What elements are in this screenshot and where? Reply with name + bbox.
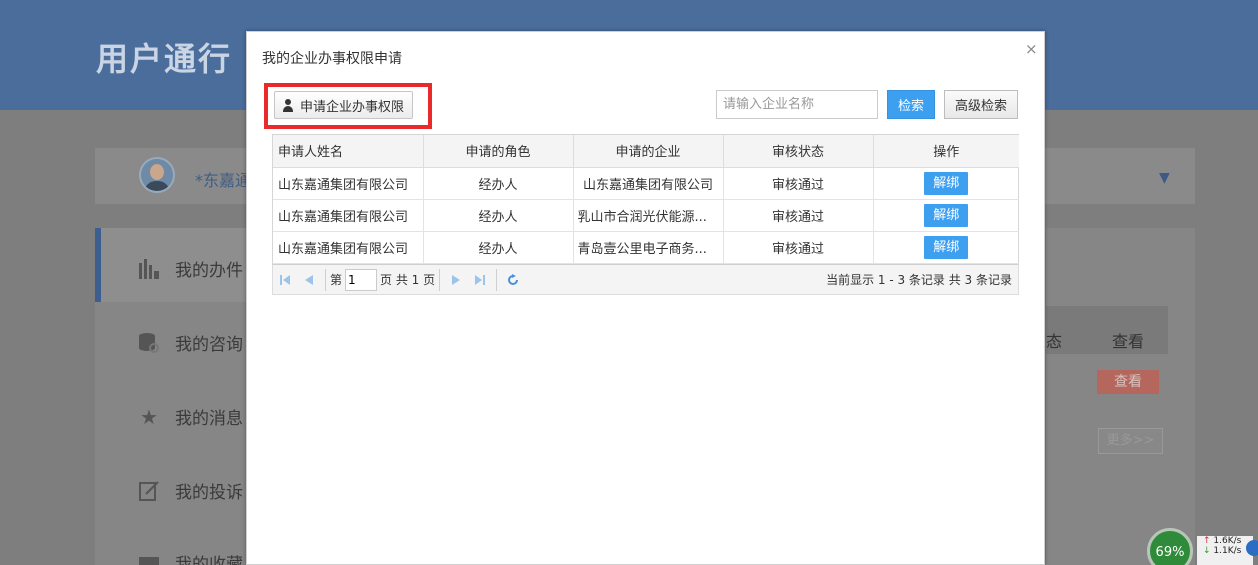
cell-enterprise: 青岛壹公里电子商务... [573,231,724,264]
column-role[interactable]: 申请的角色 [423,135,574,168]
unbind-button[interactable]: 解绑 [924,235,969,259]
sidebar-item-favorites[interactable]: 我的收藏 [137,550,243,565]
enterprise-search-input[interactable] [716,90,878,119]
download-arrow-icon: ↓ [1203,546,1211,556]
cell-role: 经办人 [423,167,574,200]
content-header-status: 态 [1046,332,1063,351]
refresh-icon[interactable] [501,268,525,292]
cell-applicant: 山东嘉通集团有限公司 [273,199,424,232]
column-applicant[interactable]: 申请人姓名 [273,135,424,168]
sidebar-item-label: 我的投诉 [175,483,243,503]
bar-chart-icon [137,257,161,281]
cell-action: 解绑 [873,199,1019,232]
table-header-row: 申请人姓名 申请的角色 申请的企业 审核状态 操作 [273,135,1019,168]
column-enterprise[interactable]: 申请的企业 [573,135,724,168]
sidebar-item-label: 我的办件 [175,261,243,281]
star-icon: ★ [140,404,158,429]
username: *东嘉通 [195,171,252,190]
pager-divider [325,268,326,291]
download-rate: 1.1K/s [1213,546,1242,556]
folder-icon [137,551,161,565]
network-rates: ↑ 1.6K/s ↓ 1.1K/s [1197,536,1253,565]
applications-table: 申请人姓名 申请的角色 申请的企业 审核状态 操作 山东嘉通集团有限公司 经办人… [272,134,1019,265]
cell-role: 经办人 [423,231,574,264]
last-page-icon[interactable] [468,268,492,292]
search-button[interactable]: 检索 [887,90,935,119]
page-header-title: 用户通行 [96,40,233,78]
table-row[interactable]: 山东嘉通集团有限公司 经办人 青岛壹公里电子商务... 审核通过 解绑 [273,231,1019,264]
unbind-button[interactable]: 解绑 [924,171,969,195]
apply-permission-label: 申请企业办事权限 [299,99,404,115]
avatar [139,157,175,193]
content-panel [1046,228,1195,565]
cell-status: 审核通过 [723,231,874,264]
cell-enterprise: 山东嘉通集团有限公司 [573,167,724,200]
prev-page-icon[interactable] [297,268,321,292]
cell-action: 解绑 [873,167,1019,200]
cell-role: 经办人 [423,199,574,232]
cell-applicant: 山东嘉通集团有限公司 [273,231,424,264]
sidebar-item-label: 我的咨询 [175,335,243,355]
chevron-down-icon[interactable]: ▼ [1159,170,1170,186]
permission-application-dialog: 我的企业办事权限申请 × 申请企业办事权限 检索 高级检索 申请人姓名 申请的角… [246,31,1045,565]
network-monitor-widget[interactable]: 69% ↑ 1.6K/s ↓ 1.1K/s [1145,528,1258,565]
page-number-input[interactable] [345,268,378,291]
tray-app-icon[interactable] [1246,540,1258,556]
sidebar-item-complaints[interactable]: 我的投诉 [137,478,243,503]
dialog-title: 我的企业办事权限申请 [262,51,402,67]
sidebar-item-label: 我的收藏 [175,555,243,565]
cell-enterprise: 乳山市合润光伏能源... [573,199,724,232]
column-status[interactable]: 审核状态 [723,135,874,168]
page-total-label: 页 共 1 页 [380,273,436,287]
close-icon[interactable]: × [1025,40,1038,58]
upload-rate: 1.6K/s [1213,536,1242,546]
cell-status: 审核通过 [723,199,874,232]
unbind-button[interactable]: 解绑 [924,203,969,227]
next-page-icon[interactable] [444,268,468,292]
first-page-icon[interactable] [273,268,297,292]
upload-arrow-icon: ↑ [1203,536,1211,546]
database-search-icon [137,331,161,355]
view-button[interactable]: 查看 [1097,370,1159,394]
pagination-bar: 第 页 共 1 页 当前显示 1 - 3 条记录 共 3 条记录 [272,264,1019,295]
record-count-info: 当前显示 1 - 3 条记录 共 3 条记录 [826,273,1012,287]
pager-divider [496,268,498,291]
pager-divider [439,268,441,291]
cell-status: 审核通过 [723,167,874,200]
more-button[interactable]: 更多>> [1098,428,1163,454]
advanced-search-button[interactable]: 高级检索 [944,90,1018,119]
column-action: 操作 [873,135,1019,168]
cell-applicant: 山东嘉通集团有限公司 [273,167,424,200]
sidebar-item-label: 我的消息 [175,409,243,429]
cell-action: 解绑 [873,231,1019,264]
table-row[interactable]: 山东嘉通集团有限公司 经办人 乳山市合润光伏能源... 审核通过 解绑 [273,199,1019,232]
network-percent: 69% [1147,528,1193,565]
content-header-view: 查看 [1112,332,1145,351]
table-row[interactable]: 山东嘉通集团有限公司 经办人 山东嘉通集团有限公司 审核通过 解绑 [273,167,1019,200]
page-prefix-label: 第 [330,273,343,287]
sidebar-item-consult[interactable]: 我的咨询 [137,330,243,355]
apply-permission-button[interactable]: 申请企业办事权限 [274,91,413,119]
sidebar-item-messages[interactable]: ★ 我的消息 [137,404,243,430]
content-table-header [1046,306,1168,354]
add-user-icon [282,98,296,112]
sidebar-item-cases[interactable]: 我的办件 [137,256,243,281]
edit-note-icon [137,479,161,503]
